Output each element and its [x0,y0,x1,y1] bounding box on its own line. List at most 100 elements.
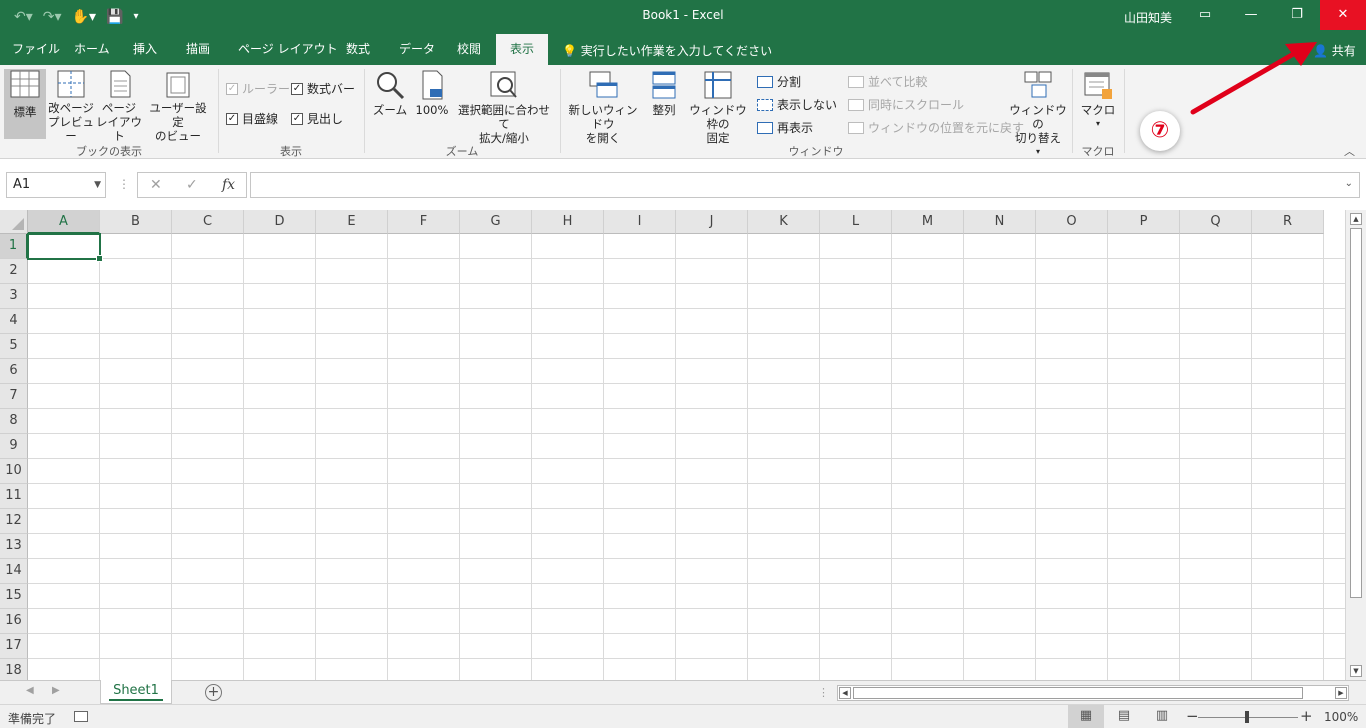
column-header[interactable]: L [820,210,892,234]
row-header[interactable]: 1 [0,234,28,259]
column-header[interactable]: P [1108,210,1180,234]
page-break-status-icon[interactable]: ▥ [1144,705,1180,728]
tab-file[interactable]: ファイル [10,34,62,65]
custom-views-button[interactable]: ユーザー設定 のビュー [144,69,212,143]
row-header[interactable]: 10 [0,459,28,484]
gridlines-checkbox[interactable]: ✓ 目盛線 [226,110,278,127]
row-header[interactable]: 11 [0,484,28,509]
hide-window-button[interactable]: 表示しない [757,96,837,113]
tab-data[interactable]: データ [397,34,437,65]
column-header[interactable]: B [100,210,172,234]
zoom-slider-knob[interactable] [1245,711,1249,723]
headings-checkbox[interactable]: ✓ 見出し [291,110,343,127]
tab-page-layout[interactable]: ページ レイアウト [236,34,340,65]
column-header[interactable]: M [892,210,964,234]
row-header[interactable]: 5 [0,334,28,359]
cells-area[interactable] [28,234,1345,680]
column-header[interactable]: E [316,210,388,234]
row-header[interactable]: 8 [0,409,28,434]
row-header[interactable]: 7 [0,384,28,409]
row-header[interactable]: 12 [0,509,28,534]
zoom-to-selection-button[interactable]: 選択範囲に合わせて 拡大/縮小 [454,69,554,145]
split-button[interactable]: 分割 [757,73,801,90]
arrange-all-button[interactable]: 整列 [646,69,682,117]
close-button[interactable]: ✕ [1320,0,1366,30]
select-all-button[interactable] [0,210,28,234]
drag-handle-icon[interactable]: ⋮ [118,177,130,191]
zoom-out-icon[interactable]: − [1186,707,1199,725]
sync-scroll-button[interactable]: 同時にスクロール [848,96,964,113]
add-sheet-icon[interactable]: + [205,684,222,701]
macros-button[interactable]: マクロ ▾ [1078,69,1118,131]
unhide-window-button[interactable]: 再表示 [757,119,813,136]
zoom-100-button[interactable]: 100% [412,69,452,117]
column-header[interactable]: K [748,210,820,234]
macro-recording-icon[interactable] [74,711,88,722]
row-header[interactable]: 15 [0,584,28,609]
scroll-left-icon[interactable]: ◀ [839,687,851,699]
scroll-down-icon[interactable]: ▼ [1350,665,1362,677]
zoom-button[interactable]: ズーム [370,69,410,117]
row-header[interactable]: 2 [0,259,28,284]
restore-button[interactable]: ❐ [1274,0,1320,30]
column-header[interactable]: N [964,210,1036,234]
row-header[interactable]: 18 [0,659,28,680]
row-header[interactable]: 17 [0,634,28,659]
tab-insert[interactable]: 挿入 [131,34,159,65]
reset-window-position-button[interactable]: ウィンドウの位置を元に戻す [848,119,1024,136]
drag-handle-icon[interactable]: ⋮ [818,686,829,699]
formula-bar-checkbox[interactable]: ✓ 数式バー [291,80,355,97]
scroll-thumb[interactable] [853,687,1303,699]
normal-view-status-icon[interactable]: ▦ [1068,705,1104,728]
column-header[interactable]: Q [1180,210,1252,234]
row-header[interactable]: 16 [0,609,28,634]
vertical-scrollbar[interactable]: ▲ ▼ [1345,210,1366,680]
collapse-ribbon-icon[interactable]: ︿ [1344,143,1355,159]
view-side-by-side-button[interactable]: 並べて比較 [848,73,928,90]
minimize-button[interactable]: — [1228,0,1274,30]
tab-formulas[interactable]: 数式 [344,34,372,65]
ribbon-display-options-icon[interactable]: ▭ [1182,0,1228,30]
column-header[interactable]: I [604,210,676,234]
page-layout-status-icon[interactable]: ▤ [1106,705,1142,728]
column-header[interactable]: G [460,210,532,234]
column-header[interactable]: O [1036,210,1108,234]
active-cell-a1[interactable] [27,233,103,262]
normal-view-button[interactable]: 標準 [4,69,46,139]
row-header[interactable]: 3 [0,284,28,309]
tell-me-box[interactable]: 💡 実行したい作業を入力してください [562,42,772,59]
row-header[interactable]: 13 [0,534,28,559]
insert-function-icon[interactable]: fx [222,177,235,193]
formula-input[interactable]: ⌄ [250,172,1360,198]
sheet-tab-sheet1[interactable]: Sheet1 [100,680,172,704]
scroll-up-icon[interactable]: ▲ [1350,213,1362,225]
column-header[interactable]: F [388,210,460,234]
page-layout-view-button[interactable]: ページ レイアウト [96,69,142,143]
row-header[interactable]: 14 [0,559,28,584]
zoom-level[interactable]: 100% [1324,710,1358,724]
enter-icon[interactable]: ✓ [186,177,198,193]
row-header[interactable]: 6 [0,359,28,384]
sheet-prev-icon[interactable]: ◀ [26,685,34,696]
new-window-button[interactable]: 新しいウィンドウ を開く [564,69,642,145]
freeze-panes-button[interactable]: ウィンドウ枠の 固定 [684,69,752,145]
column-header[interactable]: H [532,210,604,234]
column-header[interactable]: D [244,210,316,234]
tab-review[interactable]: 校閲 [455,34,483,65]
column-header[interactable]: J [676,210,748,234]
tab-home[interactable]: ホーム [72,34,112,65]
zoom-in-icon[interactable]: + [1300,707,1313,725]
cancel-icon[interactable]: ✕ [150,177,162,193]
column-header[interactable]: C [172,210,244,234]
row-header[interactable]: 4 [0,309,28,334]
ruler-checkbox[interactable]: ✓ ルーラー [226,80,290,97]
name-box[interactable]: A1 ▼ [6,172,106,198]
page-break-preview-button[interactable]: 改ページ プレビュー [48,69,94,143]
scroll-thumb[interactable] [1350,228,1362,598]
column-header[interactable]: A [28,210,100,234]
sheet-next-icon[interactable]: ▶ [52,685,60,696]
scroll-right-icon[interactable]: ▶ [1335,687,1347,699]
row-header[interactable]: 9 [0,434,28,459]
expand-formula-bar-icon[interactable]: ⌄ [1345,178,1353,189]
tab-draw[interactable]: 描画 [184,34,212,65]
